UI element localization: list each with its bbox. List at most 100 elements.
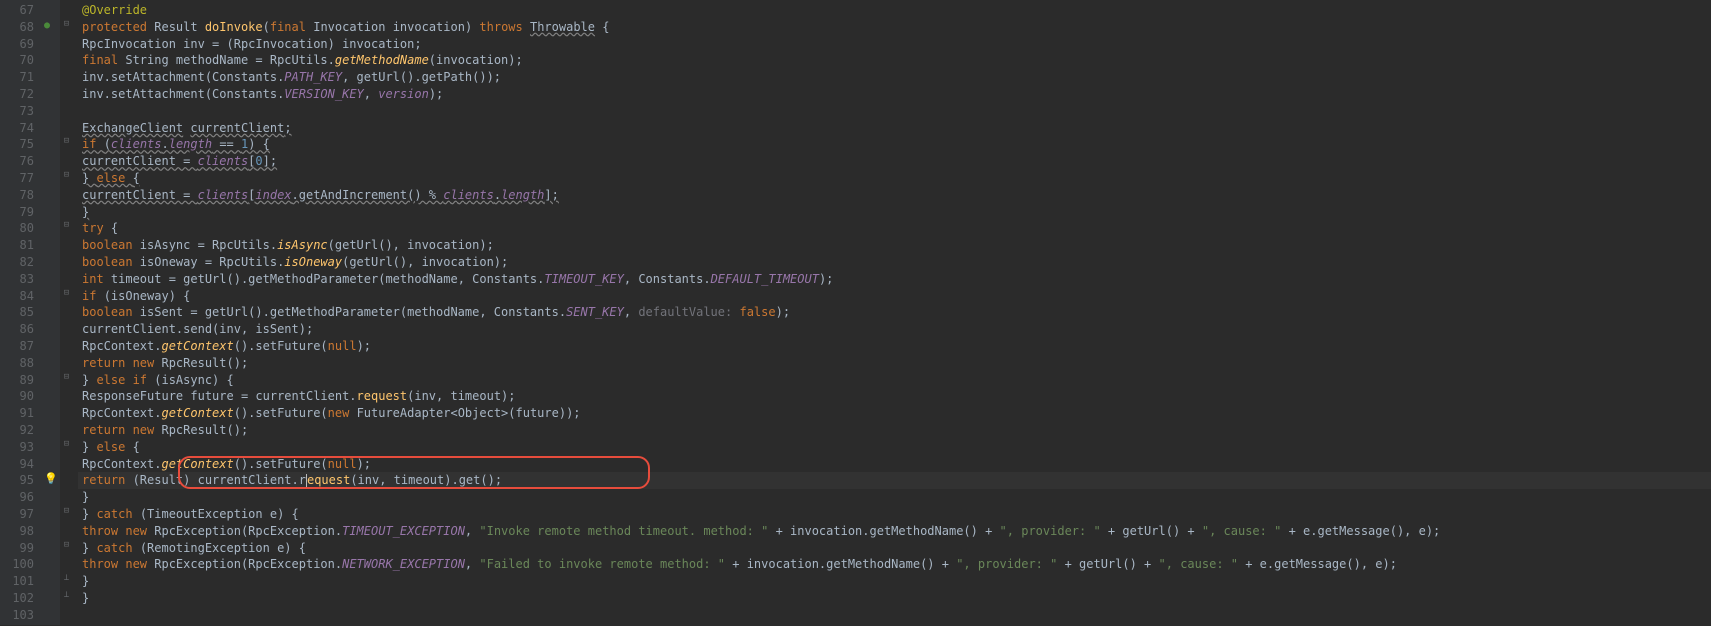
line-number: 84 — [4, 288, 34, 305]
code-token: null — [328, 339, 357, 353]
code-token: RpcResult(); — [161, 423, 248, 437]
intention-bulb-icon[interactable]: 💡 — [44, 471, 58, 486]
fold-toggle-icon[interactable]: ⊟ — [62, 221, 71, 230]
code-token: ().setFuture( — [234, 457, 328, 471]
fold-toggle-icon[interactable]: ⊥ — [62, 574, 71, 583]
code-token: } — [82, 541, 96, 555]
code-token: inv.setAttachment(Constants. — [82, 70, 284, 84]
fold-toggle-icon[interactable]: ⊟ — [62, 20, 71, 29]
code-token: RpcException(RpcException. — [154, 557, 342, 571]
fold-toggle-icon[interactable]: ⊥ — [62, 591, 71, 600]
code-line[interactable]: inv.setAttachment(Constants.VERSION_KEY,… — [78, 86, 1711, 103]
code-line[interactable] — [78, 103, 1711, 120]
code-token: inv.setAttachment(Constants. — [82, 87, 284, 101]
code-token: if — [82, 137, 104, 151]
code-token: ; — [284, 121, 291, 135]
code-line[interactable]: RpcContext.getContext().setFuture(new Fu… — [78, 405, 1711, 422]
code-token: length — [501, 188, 544, 202]
code-token: TIMEOUT_EXCEPTION — [342, 524, 465, 538]
code-line[interactable]: boolean isOneway = RpcUtils.isOneway(get… — [78, 254, 1711, 271]
code-editor[interactable]: 6768697071727374757677787980818283848586… — [0, 0, 1711, 625]
code-token: clients — [443, 188, 494, 202]
line-number: 97 — [4, 506, 34, 523]
code-line[interactable]: throw new RpcException(RpcException.TIME… — [78, 523, 1711, 540]
code-token: "Failed to invoke remote method: " — [479, 557, 725, 571]
code-line[interactable]: if (clients.length == 1) { — [78, 136, 1711, 153]
code-token: getContext — [161, 406, 233, 420]
code-token: String methodName = RpcUtils. — [125, 53, 335, 67]
code-line[interactable]: return (Result) currentClient.request(in… — [78, 472, 1711, 489]
code-token: . — [162, 137, 169, 151]
line-number: 100 — [4, 556, 34, 573]
code-token: isAsync — [277, 238, 328, 252]
code-token: (RemotingException e) { — [140, 541, 306, 555]
code-line[interactable]: ResponseFuture future = currentClient.re… — [78, 388, 1711, 405]
fold-toggle-icon[interactable]: ⊟ — [62, 541, 71, 550]
code-line[interactable]: currentClient = clients[0]; — [78, 153, 1711, 170]
code-line[interactable]: try { — [78, 220, 1711, 237]
code-line[interactable]: currentClient = clients[index.getAndIncr… — [78, 187, 1711, 204]
fold-toggle-icon[interactable]: ⊟ — [62, 137, 71, 146]
code-line[interactable]: RpcContext.getContext().setFuture(null); — [78, 338, 1711, 355]
code-line[interactable]: int timeout = getUrl().getMethodParamete… — [78, 271, 1711, 288]
code-token: index — [255, 188, 291, 202]
code-line[interactable]: } else if (isAsync) { — [78, 372, 1711, 389]
code-line[interactable]: } — [78, 204, 1711, 221]
code-token: currentClient — [190, 121, 284, 135]
fold-toggle-icon[interactable]: ⊟ — [62, 507, 71, 516]
code-line[interactable]: final String methodName = RpcUtils.getMe… — [78, 52, 1711, 69]
code-token: Result — [154, 20, 205, 34]
code-token: ) — [465, 20, 479, 34]
code-line[interactable]: boolean isAsync = RpcUtils.isAsync(getUr… — [78, 237, 1711, 254]
code-token: FutureAdapter<Object>(future)); — [357, 406, 581, 420]
code-token: PATH_KEY — [284, 70, 342, 84]
code-token: { — [111, 221, 118, 235]
code-line[interactable]: } else { — [78, 439, 1711, 456]
fold-toggle-icon[interactable]: ⊟ — [62, 289, 71, 298]
code-line[interactable]: boolean isSent = getUrl().getMethodParam… — [78, 304, 1711, 321]
code-token: version — [378, 87, 429, 101]
code-token: isOneway = RpcUtils. — [140, 255, 285, 269]
code-token: isOneway — [284, 255, 342, 269]
code-token: { — [133, 171, 140, 185]
code-line[interactable]: } else { — [78, 170, 1711, 187]
code-line[interactable] — [78, 607, 1711, 624]
code-token: , getUrl().getPath()); — [342, 70, 501, 84]
code-line[interactable]: ExchangeClient currentClient; — [78, 120, 1711, 137]
code-line[interactable]: inv.setAttachment(Constants.PATH_KEY, ge… — [78, 69, 1711, 86]
line-number: 92 — [4, 422, 34, 439]
gutter-icon-column: ●💡 — [42, 0, 60, 625]
fold-toggle-icon[interactable]: ⊟ — [62, 440, 71, 449]
code-line[interactable]: protected Result doInvoke(final Invocati… — [78, 19, 1711, 36]
code-line[interactable]: if (isOneway) { — [78, 288, 1711, 305]
code-token: clients — [198, 154, 249, 168]
code-line[interactable]: return new RpcResult(); — [78, 355, 1711, 372]
line-number: 91 — [4, 405, 34, 422]
code-line[interactable]: @Override — [78, 2, 1711, 19]
code-token: ( — [104, 137, 111, 151]
fold-toggle-icon[interactable]: ⊟ — [62, 373, 71, 382]
code-line[interactable]: currentClient.send(inv, isSent); — [78, 321, 1711, 338]
code-line[interactable]: } — [78, 489, 1711, 506]
code-token: 0 — [255, 154, 262, 168]
code-line[interactable]: RpcInvocation inv = (RpcInvocation) invo… — [78, 36, 1711, 53]
code-token: } — [82, 591, 89, 605]
code-area[interactable]: @Override protected Result doInvoke(fina… — [74, 0, 1711, 625]
code-token: ) { — [248, 137, 270, 151]
code-line[interactable]: } — [78, 573, 1711, 590]
code-line[interactable]: } catch (RemotingException e) { — [78, 540, 1711, 557]
code-token: getContext — [161, 339, 233, 353]
override-gutter-icon[interactable]: ● — [44, 19, 50, 33]
code-token: { — [595, 20, 609, 34]
line-number: 88 — [4, 355, 34, 372]
code-token: throw new — [82, 557, 154, 571]
code-line[interactable]: } — [78, 590, 1711, 607]
code-line[interactable]: throw new RpcException(RpcException.NETW… — [78, 556, 1711, 573]
code-token: + e.getMessage(), e); — [1238, 557, 1397, 571]
code-line[interactable]: return new RpcResult(); — [78, 422, 1711, 439]
fold-column[interactable]: ⊟ ⊟ ⊟ ⊟ ⊟ ⊟ ⊟ ⊟ ⊟ ⊥ ⊥ — [60, 0, 74, 625]
fold-toggle-icon[interactable]: ⊟ — [62, 171, 71, 180]
code-token: currentClient = — [82, 188, 198, 202]
code-line[interactable]: } catch (TimeoutException e) { — [78, 506, 1711, 523]
code-line[interactable]: RpcContext.getContext().setFuture(null); — [78, 456, 1711, 473]
